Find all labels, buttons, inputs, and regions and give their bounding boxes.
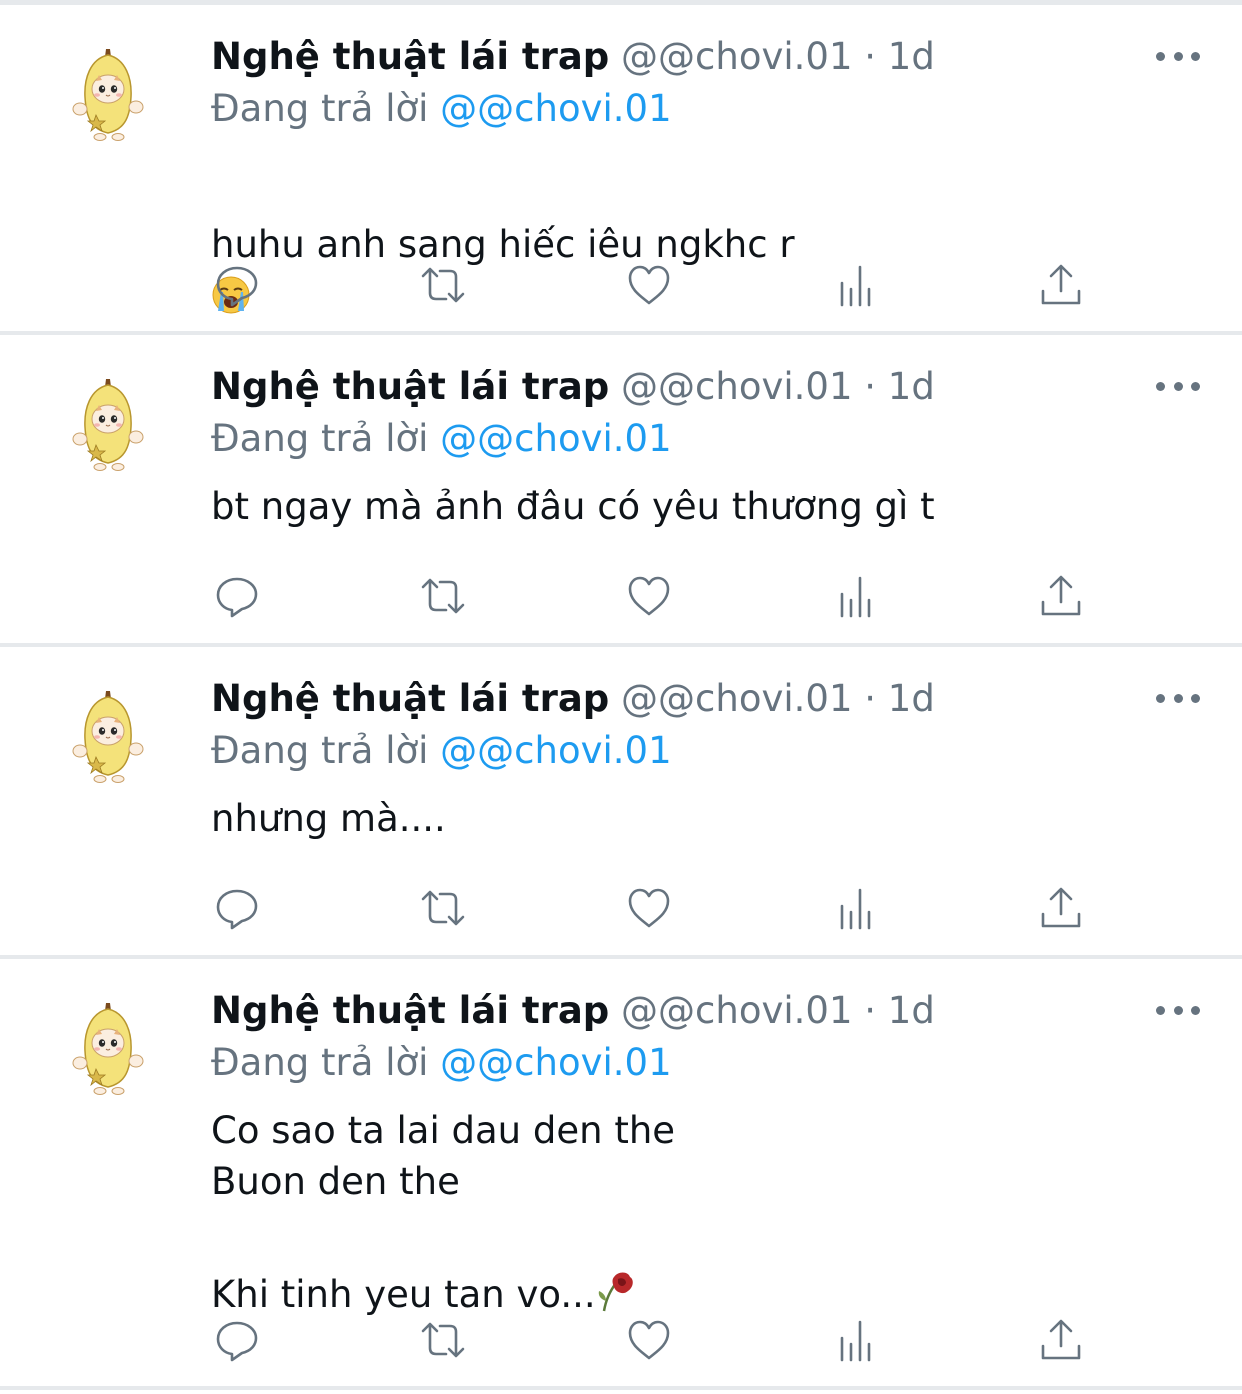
avatar[interactable] <box>66 45 150 141</box>
retweet-icon <box>421 890 465 926</box>
like-button[interactable] <box>621 257 677 313</box>
tweet-actions <box>0 568 1242 624</box>
retweet-icon <box>421 1322 465 1358</box>
user-handle[interactable]: @@chovi.01 <box>621 989 852 1032</box>
timestamp[interactable]: 1d <box>888 365 935 408</box>
analytics-icon <box>840 1320 871 1362</box>
tweet-text-line-3: Khi tinh yeu tan vo... <box>211 1225 636 1317</box>
reply-button[interactable] <box>209 568 265 624</box>
tweet-text-content: Khi tinh yeu tan vo... <box>211 1273 596 1316</box>
avatar[interactable] <box>66 999 150 1095</box>
like-button[interactable] <box>621 880 677 936</box>
user-handle[interactable]: @@chovi.01 <box>621 677 852 720</box>
tweet-text: nhưng mà.... <box>211 797 446 840</box>
retweet-icon <box>421 578 465 614</box>
more-options-icon[interactable] <box>1156 46 1200 66</box>
share-icon <box>1041 264 1081 305</box>
reply-button[interactable] <box>209 1312 265 1368</box>
tweet-divider <box>0 1386 1242 1390</box>
reply-icon <box>216 577 258 618</box>
tweet-actions <box>0 1312 1242 1368</box>
analytics-button[interactable] <box>828 568 884 624</box>
share-button[interactable] <box>1033 1312 1089 1368</box>
reply-to-handle[interactable]: @@chovi.01 <box>440 87 671 130</box>
reply-prefix: Đang trả lời <box>211 87 429 130</box>
analytics-button[interactable] <box>828 1312 884 1368</box>
analytics-icon <box>840 265 871 307</box>
reply-button[interactable] <box>209 880 265 936</box>
share-icon <box>1041 887 1081 928</box>
display-name[interactable]: Nghệ thuật lái trap <box>211 989 609 1032</box>
separator-dot: · <box>864 989 877 1032</box>
retweet-button[interactable] <box>415 568 471 624</box>
retweet-icon <box>421 267 465 303</box>
reply-prefix: Đang trả lời <box>211 417 429 460</box>
share-button[interactable] <box>1033 257 1089 313</box>
like-icon <box>628 1320 670 1360</box>
wilted-flower-icon <box>598 1272 633 1312</box>
reply-to-handle[interactable]: @@chovi.01 <box>440 417 671 460</box>
share-button[interactable] <box>1033 568 1089 624</box>
analytics-icon <box>840 576 871 618</box>
tweet-text: bt ngay mà ảnh đâu có yêu thương gì t <box>211 485 935 528</box>
more-options-icon[interactable] <box>1156 688 1200 708</box>
analytics-button[interactable] <box>828 257 884 313</box>
tweet-header: Nghệ thuật lái trap @@chovi.01 · 1d <box>211 35 935 79</box>
share-icon <box>1041 575 1081 616</box>
replying-to: Đang trả lời @@chovi.01 <box>211 87 672 131</box>
avatar[interactable] <box>66 687 150 783</box>
timestamp[interactable]: 1d <box>888 677 935 720</box>
display-name[interactable]: Nghệ thuật lái trap <box>211 35 609 78</box>
tweet-actions <box>0 257 1242 313</box>
analytics-icon <box>840 888 871 930</box>
like-button[interactable] <box>621 1312 677 1368</box>
avatar[interactable] <box>66 375 150 471</box>
retweet-button[interactable] <box>415 257 471 313</box>
reply-icon <box>216 889 258 930</box>
separator-dot: · <box>864 365 877 408</box>
display-name[interactable]: Nghệ thuật lái trap <box>211 365 609 408</box>
reply-icon <box>216 266 258 307</box>
tweet-1[interactable]: Nghệ thuật lái trap @@chovi.01 · 1d Đang… <box>0 5 1242 335</box>
replying-to: Đang trả lời @@chovi.01 <box>211 729 672 773</box>
reply-button[interactable] <box>209 257 265 313</box>
reply-prefix: Đang trả lời <box>211 1041 429 1084</box>
analytics-button[interactable] <box>828 880 884 936</box>
share-button[interactable] <box>1033 880 1089 936</box>
retweet-button[interactable] <box>415 1312 471 1368</box>
like-icon <box>628 265 670 305</box>
more-options-icon[interactable] <box>1156 376 1200 396</box>
replying-to: Đang trả lời @@chovi.01 <box>211 417 672 461</box>
like-icon <box>628 576 670 616</box>
user-handle[interactable]: @@chovi.01 <box>621 35 852 78</box>
tweet-3[interactable]: Nghệ thuật lái trap @@chovi.01 · 1d Đang… <box>0 647 1242 959</box>
tweet-actions <box>0 880 1242 936</box>
tweet-header: Nghệ thuật lái trap @@chovi.01 · 1d <box>211 365 935 409</box>
replying-to: Đang trả lời @@chovi.01 <box>211 1041 672 1085</box>
reply-to-handle[interactable]: @@chovi.01 <box>440 729 671 772</box>
tweet-4[interactable]: Nghệ thuật lái trap @@chovi.01 · 1d Đang… <box>0 959 1242 1394</box>
tweet-header: Nghệ thuật lái trap @@chovi.01 · 1d <box>211 677 935 721</box>
share-icon <box>1041 1319 1081 1360</box>
tweet-header: Nghệ thuật lái trap @@chovi.01 · 1d <box>211 989 935 1033</box>
tweet-2[interactable]: Nghệ thuật lái trap @@chovi.01 · 1d Đang… <box>0 335 1242 647</box>
timestamp[interactable]: 1d <box>888 989 935 1032</box>
timestamp[interactable]: 1d <box>888 35 935 78</box>
separator-dot: · <box>864 35 877 78</box>
display-name[interactable]: Nghệ thuật lái trap <box>211 677 609 720</box>
separator-dot: · <box>864 677 877 720</box>
like-icon <box>628 888 670 928</box>
user-handle[interactable]: @@chovi.01 <box>621 365 852 408</box>
tweet-text-line-1: Co sao ta lai dau den the <box>211 1109 676 1152</box>
tweet-text-line-2: Buon den the <box>211 1160 460 1203</box>
retweet-button[interactable] <box>415 880 471 936</box>
reply-prefix: Đang trả lời <box>211 729 429 772</box>
like-button[interactable] <box>621 568 677 624</box>
reply-to-handle[interactable]: @@chovi.01 <box>440 1041 671 1084</box>
more-options-icon[interactable] <box>1156 1000 1200 1020</box>
reply-icon <box>216 1321 258 1362</box>
